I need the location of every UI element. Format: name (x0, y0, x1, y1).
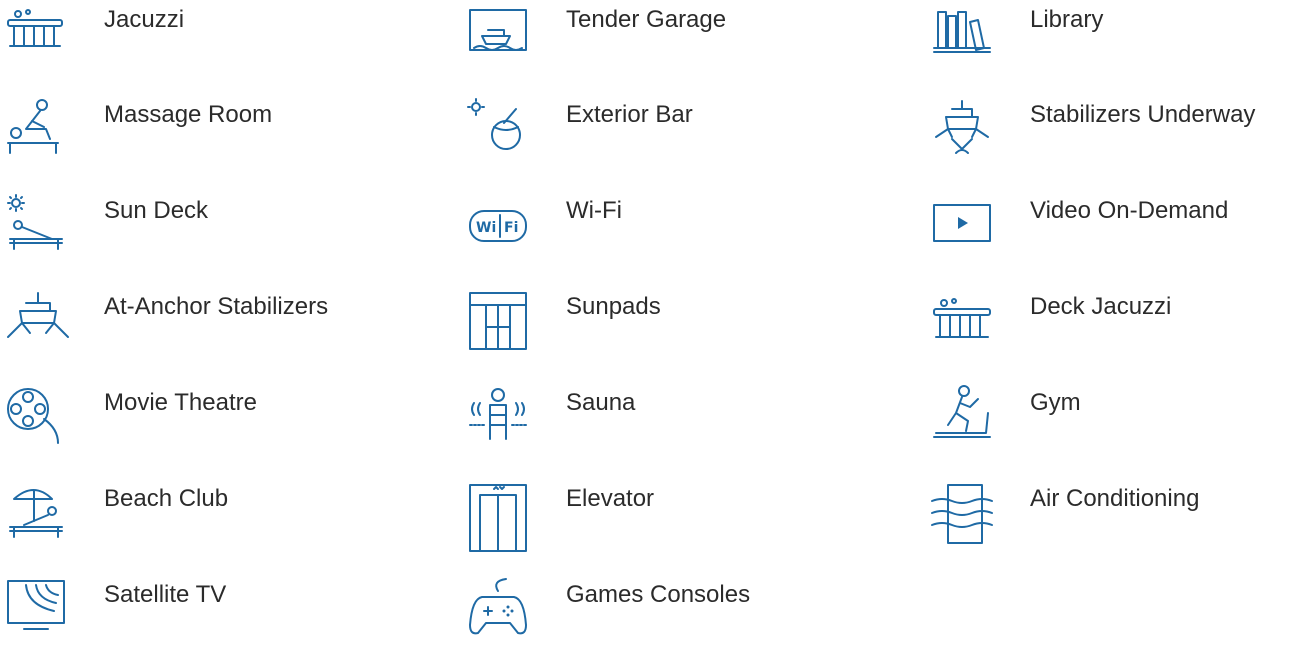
jacuzzi-icon (7, 9, 63, 47)
library-icon (933, 11, 991, 53)
sauna-icon (469, 388, 527, 440)
amenity-beach-club: Beach Club (4, 481, 404, 551)
amenity-at-anchor-stabilizers: At-Anchor Stabilizers (4, 289, 404, 359)
amenity-label: Video On-Demand (1030, 197, 1229, 224)
beach-club-icon (9, 489, 63, 538)
stabilizers-underway-icon (935, 100, 989, 154)
amenity-tender-garage: Tender Garage (466, 2, 866, 72)
amenity-label: Jacuzzi (104, 6, 185, 33)
amenity-label: Sun Deck (104, 197, 209, 224)
amenity-label: Elevator (566, 485, 655, 512)
at-anchor-stabilizers-icon (7, 292, 69, 338)
svg-text:Wi: Wi (476, 220, 496, 236)
amenity-label: Stabilizers Underway (1030, 101, 1256, 128)
amenity-label: At-Anchor Stabilizers (104, 293, 329, 320)
exterior-bar-icon (467, 98, 521, 150)
amenity-stabilizers-underway: Stabilizers Underway (930, 97, 1300, 167)
air-conditioning-icon (931, 484, 993, 544)
svg-text:Fi: Fi (504, 220, 518, 236)
amenity-air-conditioning: Air Conditioning (930, 481, 1300, 551)
sun-deck-icon (7, 194, 63, 250)
amenity-label: Movie Theatre (104, 389, 257, 416)
amenity-label: Games Consoles (566, 581, 751, 608)
amenity-movie-theatre: Movie Theatre (4, 385, 404, 455)
amenity-label: Gym (1030, 389, 1081, 416)
amenity-wifi: Wi Fi Wi-Fi (466, 193, 866, 263)
satellite-tv-icon (7, 580, 65, 630)
video-on-demand-icon (933, 204, 991, 242)
amenity-gym: Gym (930, 385, 1300, 455)
tender-garage-icon (469, 9, 527, 51)
wifi-icon: Wi Fi (469, 210, 527, 242)
amenity-jacuzzi: Jacuzzi (4, 2, 404, 72)
games-consoles-icon (469, 578, 527, 635)
movie-theatre-icon (7, 388, 59, 444)
amenity-sun-deck: Sun Deck (4, 193, 404, 263)
amenity-library: Library (930, 2, 1300, 72)
amenity-label: Sunpads (566, 293, 661, 320)
amenity-massage-room: Massage Room (4, 97, 404, 167)
amenity-label: Library (1030, 6, 1104, 33)
elevator-icon (469, 484, 527, 552)
amenity-label: Beach Club (104, 485, 229, 512)
gym-icon (933, 385, 991, 438)
amenity-label: Massage Room (104, 101, 273, 128)
amenity-label: Tender Garage (566, 6, 727, 33)
massage-room-icon (7, 99, 59, 154)
amenity-sauna: Sauna (466, 385, 866, 455)
deck-jacuzzi-icon (933, 298, 991, 338)
amenity-video-on-demand: Video On-Demand (930, 193, 1300, 263)
amenity-label: Sauna (566, 389, 636, 416)
amenity-label: Air Conditioning (1030, 485, 1200, 512)
amenity-exterior-bar: Exterior Bar (466, 97, 866, 167)
amenity-deck-jacuzzi: Deck Jacuzzi (930, 289, 1300, 359)
amenity-label: Wi-Fi (566, 197, 622, 224)
amenity-label: Exterior Bar (566, 101, 693, 128)
amenity-label: Deck Jacuzzi (1030, 293, 1172, 320)
amenity-sunpads: Sunpads (466, 289, 866, 359)
sunpads-icon (469, 292, 527, 350)
amenity-elevator: Elevator (466, 481, 866, 552)
amenity-label: Satellite TV (104, 581, 227, 608)
